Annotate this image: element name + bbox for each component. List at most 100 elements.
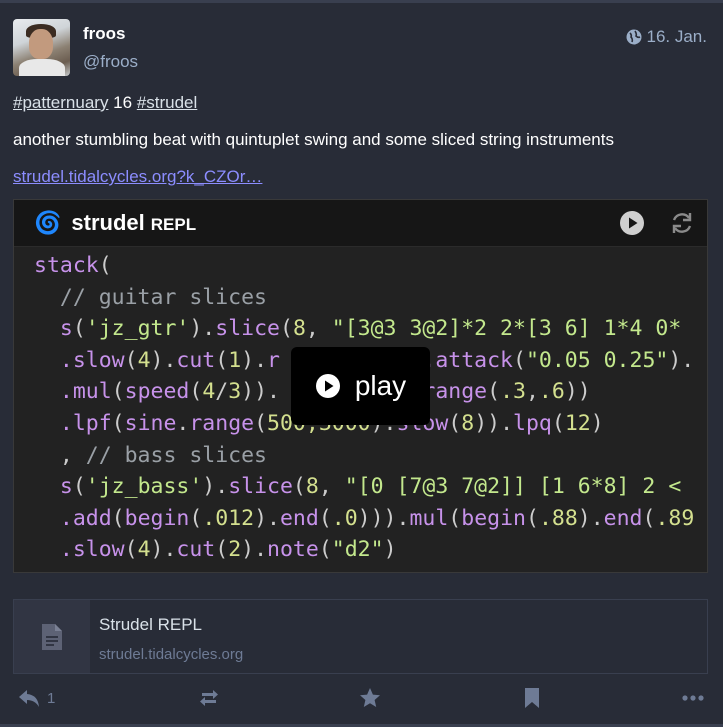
code-token: .add (34, 505, 112, 531)
code-token: .slow (34, 347, 125, 373)
code-line: stack( (34, 250, 707, 282)
post-text: another stumbling beat with quintuplet s… (13, 130, 614, 149)
code-token: ). (189, 316, 216, 342)
code-line: , // bass slices (34, 440, 707, 472)
code-token: ( (292, 474, 306, 500)
code-token: "[0 [7@3 7@2]] [1 6*8] 2 < (344, 474, 682, 500)
code-token: ). (150, 537, 177, 563)
code-token: ( (189, 505, 203, 531)
code-token: 8 (461, 410, 475, 436)
code-token: ) (590, 410, 604, 436)
refresh-icon[interactable] (669, 210, 695, 236)
code-token: "[3@3 3@2]*2 2*[3 6] 1*4 0* (331, 316, 682, 342)
code-token: "0.05 0.25" (525, 347, 669, 373)
favourite-button[interactable] (358, 686, 382, 710)
code-token: ). (241, 537, 268, 563)
code-token: .0 (331, 505, 358, 531)
cyclone-icon: 🌀 (34, 210, 62, 235)
code-token: ) (383, 537, 397, 563)
display-name[interactable]: froos (83, 24, 126, 44)
code-token: note (267, 537, 319, 563)
code-token: ). (150, 347, 177, 373)
code-token: .3 (500, 379, 526, 405)
hashtag-link[interactable]: #patternuary (13, 93, 108, 112)
code-token: sine (124, 410, 177, 436)
code-token: .attack (422, 347, 513, 373)
action-bar: 1 (0, 686, 723, 714)
card-domain: strudel.tidalcycles.org (99, 646, 244, 663)
account-handle[interactable]: @froos (83, 52, 138, 72)
code-token: , (525, 379, 539, 405)
code-token: . (176, 410, 190, 436)
code-token: range (422, 379, 488, 405)
avatar[interactable] (13, 19, 70, 76)
document-icon (42, 623, 62, 650)
hashtag-link[interactable]: #strudel (137, 93, 197, 112)
play-label: play (354, 370, 407, 401)
code-line: .add(begin(.012).end(.0))).mul(begin(.88… (34, 503, 707, 535)
bookmark-button[interactable] (520, 686, 544, 710)
code-token: .lpf (34, 410, 112, 436)
code-token: .6 (538, 379, 565, 405)
code-token: ( (98, 253, 112, 278)
post-date[interactable]: 16. Jan. (626, 27, 707, 47)
code-token: begin (124, 505, 190, 531)
globe-icon (626, 29, 641, 45)
post-link[interactable]: strudel.tidalcycles.org?k_CZOr… (13, 167, 262, 187)
post-tags-line: #patternuary 16 #strudel (13, 93, 197, 113)
code-token: 4 (202, 379, 216, 405)
code-token: mul (409, 505, 449, 531)
code-token: ( (215, 347, 229, 373)
boost-button[interactable] (197, 686, 221, 710)
code-token: ( (551, 410, 565, 436)
code-token: ( (111, 379, 125, 405)
reply-button[interactable]: 1 (17, 686, 55, 710)
play-circle-icon[interactable] (619, 210, 645, 236)
code-token: ( (318, 537, 332, 563)
code-token: ). (668, 347, 695, 373)
code-token: .mul (34, 379, 112, 405)
code-token: )). (474, 410, 514, 436)
code-token: ( (642, 505, 656, 531)
code-token: .88 (538, 505, 578, 531)
card-title: Strudel REPL (99, 615, 202, 634)
code-token: end (279, 505, 319, 531)
code-line: // guitar slices (34, 282, 707, 314)
code-token: ( (279, 316, 293, 342)
code-token: slice (215, 316, 280, 342)
code-token: ( (448, 410, 462, 436)
code-token: .89 (655, 505, 695, 531)
code-token: end (603, 505, 643, 531)
play-circle-icon (315, 374, 340, 398)
code-token: ( (448, 505, 462, 531)
link-preview-card[interactable]: Strudel REPL strudel.tidalcycles.org (13, 599, 708, 674)
code-token: 'jz_bass' (85, 474, 203, 500)
code-token: ( (525, 505, 539, 531)
code-token: ( (124, 537, 138, 563)
code-token: ( (513, 347, 526, 373)
code-token: // guitar slices (34, 284, 267, 310)
code-token: s (34, 474, 73, 500)
code-token: 'jz_gtr' (85, 316, 190, 342)
code-token: 4 (137, 537, 151, 563)
boost-icon (200, 690, 218, 706)
code-token: ( (189, 379, 203, 405)
top-divider (0, 0, 723, 3)
bookmark-icon (525, 688, 539, 708)
play-overlay-button[interactable]: play (291, 347, 430, 425)
code-token: ( (215, 537, 229, 563)
code-token: .012 (202, 505, 255, 531)
code-token: ( (254, 410, 268, 436)
more-icon (682, 695, 704, 701)
code-token: stack (34, 253, 99, 278)
code-token: ( (487, 379, 501, 405)
code-token: ( (318, 505, 332, 531)
code-token: )) (564, 379, 591, 405)
code-token: speed (124, 379, 190, 405)
more-button[interactable] (681, 686, 705, 710)
code-token: s (34, 316, 73, 342)
code-token: 2 (228, 537, 242, 563)
code-token: cut (176, 347, 216, 373)
code-token: range (189, 410, 255, 436)
code-token: 4 (137, 347, 151, 373)
